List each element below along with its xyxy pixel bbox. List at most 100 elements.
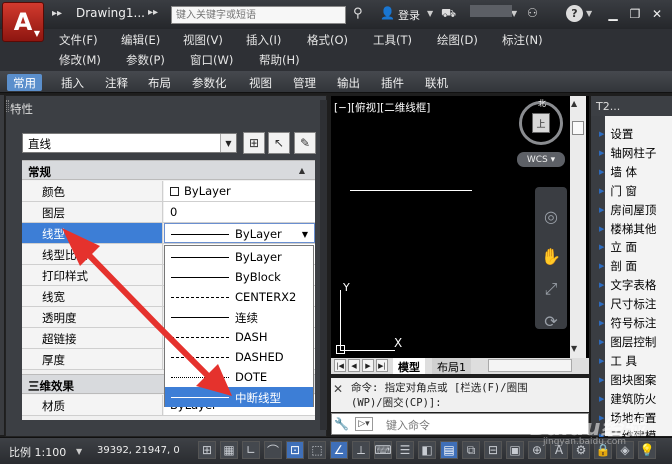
linetype-option[interactable]: CENTERX2: [165, 287, 313, 307]
object-snap-icon[interactable]: ⊡: [286, 441, 304, 459]
tab-annotate[interactable]: 注释: [99, 74, 134, 91]
property-row-linetype[interactable]: 线型 ByLayer ▼: [22, 223, 315, 244]
menu-edit[interactable]: 编辑(E): [121, 32, 160, 48]
steering-wheel-icon[interactable]: ◎: [540, 205, 562, 227]
property-row-color[interactable]: 颜色 ByLayer: [22, 181, 315, 202]
annotation-scale[interactable]: 比例 1:100: [9, 444, 66, 460]
menu-help[interactable]: 帮助(H): [259, 52, 300, 68]
menu-draw[interactable]: 绘图(D): [437, 32, 478, 48]
tab-parametric[interactable]: 参数化: [186, 74, 233, 91]
horizontal-scrollbar[interactable]: [488, 359, 572, 372]
3d-osnap-icon[interactable]: ⬚: [308, 441, 326, 459]
menu-format[interactable]: 格式(O): [307, 32, 348, 48]
chevron-down-icon[interactable]: ▼: [220, 134, 236, 152]
transparency-icon[interactable]: ◧: [418, 441, 436, 459]
tool-palette-item[interactable]: ▶ 建筑防火: [599, 391, 656, 407]
object-snap-tracking-icon[interactable]: ∠: [330, 441, 348, 459]
tab-view[interactable]: 视图: [243, 74, 278, 91]
tab-insert[interactable]: 插入: [55, 74, 90, 91]
tab-online[interactable]: 联机: [419, 74, 454, 91]
application-menu-button[interactable]: A ▼: [2, 2, 44, 42]
help-icon[interactable]: ?: [566, 5, 583, 22]
grid-display-icon[interactable]: ▦: [220, 441, 238, 459]
tab-home[interactable]: 常用: [7, 74, 42, 91]
restore-button[interactable]: ❐: [624, 4, 646, 23]
viewport-scale-icon[interactable]: ▣: [506, 441, 524, 459]
recent-commands-icon[interactable]: ▷▾: [355, 417, 373, 431]
wcs-menu-button[interactable]: WCS ▾: [517, 152, 565, 167]
tab-layout1[interactable]: 布局1: [432, 358, 471, 374]
isolate-objects-icon[interactable]: 💡: [638, 441, 656, 459]
command-input[interactable]: 键入命令: [386, 417, 430, 433]
scroll-down-icon[interactable]: ▼: [571, 344, 577, 353]
tool-palette-item[interactable]: ▶ 楼梯其他: [599, 221, 656, 237]
selection-cycling-icon[interactable]: ⧉: [462, 441, 480, 459]
collapse-icon[interactable]: ▲: [299, 166, 305, 175]
menu-view[interactable]: 视图(V): [183, 32, 223, 48]
linetype-option[interactable]: ByLayer: [165, 247, 313, 267]
linetype-dropdown[interactable]: ByLayer ▼: [164, 223, 315, 243]
scrollbar-thumb[interactable]: [572, 121, 584, 135]
linetype-option-highlighted[interactable]: 中断线型: [165, 387, 313, 407]
chevron-down-icon[interactable]: ▼: [427, 9, 433, 18]
network-icon[interactable]: ⚇: [527, 6, 538, 20]
toggle-pickadd-button[interactable]: ⊞: [243, 132, 265, 154]
quick-properties-icon[interactable]: ▤: [440, 441, 458, 459]
property-value[interactable]: ByLayer: [164, 181, 315, 201]
quick-access-expand-icon[interactable]: ▸▸: [52, 8, 62, 19]
tool-palette-item[interactable]: ▶ 图层控制: [599, 334, 656, 350]
wrench-icon[interactable]: 🔧: [334, 417, 349, 431]
linetype-option[interactable]: ByBlock: [165, 267, 313, 287]
chevron-down-icon[interactable]: ▼: [76, 447, 82, 456]
select-objects-button[interactable]: ↖: [268, 132, 290, 154]
tool-palette-item[interactable]: ▶ 图块图案: [599, 372, 656, 388]
linetype-option[interactable]: 连续: [165, 307, 313, 327]
polar-tracking-icon[interactable]: ⌒: [264, 441, 282, 459]
tab-layout[interactable]: 布局: [142, 74, 177, 91]
search-input[interactable]: [171, 6, 346, 24]
menu-insert[interactable]: 插入(I): [246, 32, 281, 48]
snap-mode-icon[interactable]: ⊞: [198, 441, 216, 459]
property-row-layer[interactable]: 图层 0: [22, 202, 315, 223]
palette-scrollbar[interactable]: [320, 100, 327, 430]
close-icon[interactable]: ✕: [333, 382, 343, 396]
minimize-button[interactable]: ▁: [602, 4, 624, 23]
linetype-option[interactable]: DASH: [165, 327, 313, 347]
viewcube-north-label[interactable]: 北: [538, 98, 546, 109]
dynamic-ucs-icon[interactable]: ⟂: [352, 441, 370, 459]
section-general[interactable]: 常规 ▲: [22, 160, 315, 180]
first-layout-icon[interactable]: |◀: [334, 359, 346, 372]
menu-parametric[interactable]: 参数(P): [126, 52, 165, 68]
linetype-option[interactable]: DOTE: [165, 367, 313, 387]
title-more-icon[interactable]: ▸▸: [148, 7, 158, 18]
dynamic-input-icon[interactable]: ⌨: [374, 441, 392, 459]
viewcube-top-face[interactable]: 上: [532, 113, 550, 133]
next-layout-icon[interactable]: ▶: [362, 359, 374, 372]
tool-palette-item[interactable]: ▶ 剖 面: [599, 258, 637, 274]
cursor-coordinates[interactable]: 39392, 21947, 0: [97, 445, 180, 456]
palette-grip-handle[interactable]: [6, 100, 9, 112]
tool-palette-item[interactable]: ▶ 墙 体: [599, 164, 637, 180]
menu-file[interactable]: 文件(F): [59, 32, 98, 48]
last-layout-icon[interactable]: ▶|: [376, 359, 388, 372]
login-label[interactable]: 登录: [398, 7, 420, 23]
pan-hand-icon[interactable]: ✋: [540, 245, 562, 267]
menu-tools[interactable]: 工具(T): [373, 32, 412, 48]
linetype-option[interactable]: DASHED: [165, 347, 313, 367]
chevron-down-icon[interactable]: ▼: [302, 230, 308, 239]
menu-window[interactable]: 窗口(W): [190, 52, 233, 68]
viewport-controls-label[interactable]: [−][俯视][二维线框]: [334, 100, 430, 115]
quick-select-button[interactable]: ✎: [294, 132, 316, 154]
viewport-vertical-scrollbar[interactable]: [570, 96, 586, 358]
tab-model[interactable]: 模型: [393, 358, 425, 374]
cart-icon[interactable]: ⛟: [441, 6, 456, 22]
tool-palette-item[interactable]: ▶ 工 具: [599, 353, 637, 369]
tool-palette-item[interactable]: ▶ 房间屋顶: [599, 202, 656, 218]
tool-palette-item[interactable]: ▶ 符号标注: [599, 315, 656, 331]
prev-layout-icon[interactable]: ◀: [348, 359, 360, 372]
tab-manage[interactable]: 管理: [287, 74, 322, 91]
ortho-mode-icon[interactable]: ∟: [242, 441, 260, 459]
close-button[interactable]: ✕: [646, 4, 668, 23]
orbit-icon[interactable]: ⟳: [540, 310, 562, 332]
tool-palette-item[interactable]: ▶ 立 面: [599, 239, 637, 255]
